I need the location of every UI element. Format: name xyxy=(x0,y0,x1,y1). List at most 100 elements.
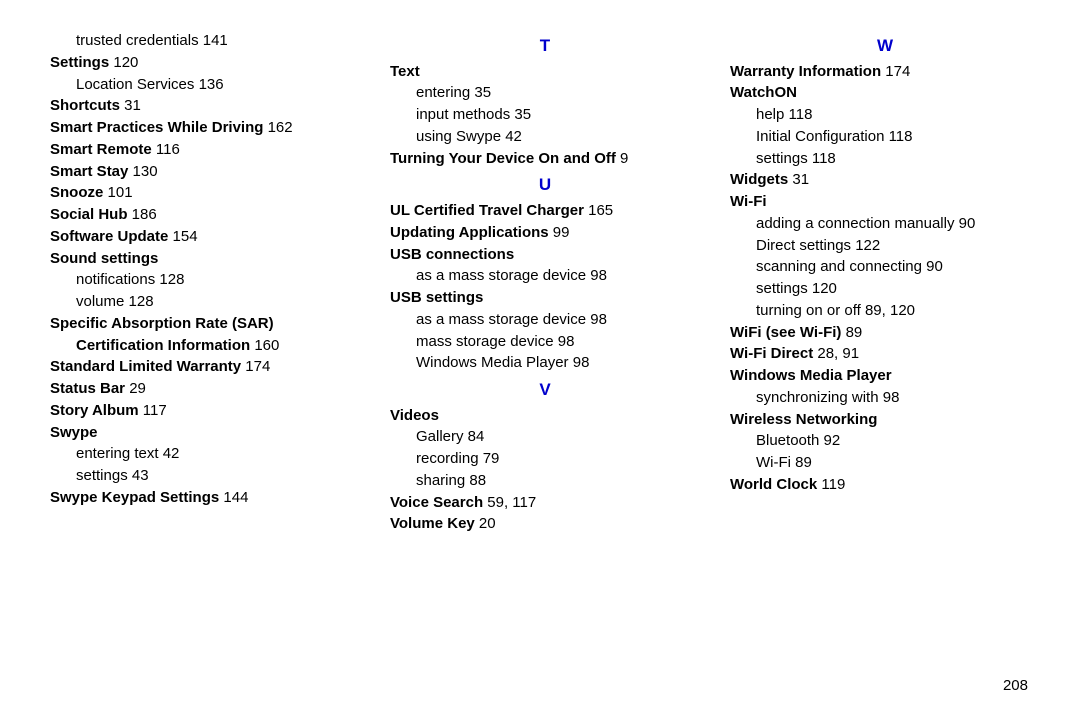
index-topic: World Clock 119 xyxy=(730,474,1040,496)
index-topic: Specific Absorption Rate (SAR) Certifica… xyxy=(50,313,360,357)
topic-label: Videos xyxy=(390,407,439,424)
topic-page: 9 xyxy=(616,150,629,167)
index-subentry: Direct settings 122 xyxy=(730,235,1040,257)
topic-label: Voice Search xyxy=(390,494,483,511)
index-topic: Wi-Fi xyxy=(730,191,1040,213)
index-subentry: Location Services 136 xyxy=(50,74,360,96)
index-column-2: TTextentering 35input methods 35using Sw… xyxy=(390,30,700,535)
topic-label: Snooze xyxy=(50,184,103,201)
index-topic: Voice Search 59, 117 xyxy=(390,492,700,514)
index-subentry: recording 79 xyxy=(390,448,700,470)
topic-page: 31 xyxy=(120,97,141,114)
topic-page: 59, 117 xyxy=(483,494,536,511)
index-topic: Wireless Networking xyxy=(730,409,1040,431)
topic-page: 130 xyxy=(128,163,157,180)
topic-label: Text xyxy=(390,63,420,80)
topic-page: 162 xyxy=(263,119,292,136)
index-topic: Turning Your Device On and Off 9 xyxy=(390,148,700,170)
index-subentry: as a mass storage device 98 xyxy=(390,309,700,331)
topic-page: 160 xyxy=(250,337,279,354)
index-subentry: entering 35 xyxy=(390,82,700,104)
topic-page: 154 xyxy=(168,228,197,245)
index-subentry: Bluetooth 92 xyxy=(730,430,1040,452)
topic-page: 186 xyxy=(128,206,157,223)
index-subentry: help 118 xyxy=(730,104,1040,126)
index-subentry: settings 118 xyxy=(730,148,1040,170)
index-column-3: WWarranty Information 174WatchONhelp 118… xyxy=(730,30,1040,535)
index-topic: Sound settings xyxy=(50,248,360,270)
index-subentry: Wi-Fi 89 xyxy=(730,452,1040,474)
index-subentry: volume 128 xyxy=(50,291,360,313)
topic-page: 89 xyxy=(841,324,862,341)
topic-page: 28, 91 xyxy=(813,345,859,362)
index-subentry: mass storage device 98 xyxy=(390,331,700,353)
topic-label: Smart Stay xyxy=(50,163,128,180)
index-topic: USB connections xyxy=(390,244,700,266)
topic-label: Updating Applications xyxy=(390,224,549,241)
topic-label: Swype xyxy=(50,424,98,441)
index-topic: Story Album 117 xyxy=(50,400,360,422)
index-topic: Text xyxy=(390,61,700,83)
index-topic: Wi-Fi Direct 28, 91 xyxy=(730,343,1040,365)
topic-page: 101 xyxy=(103,184,132,201)
section-letter: U xyxy=(390,173,700,198)
index-subentry: Gallery 84 xyxy=(390,426,700,448)
index-subentry: adding a connection manually 90 xyxy=(730,213,1040,235)
section-letter: V xyxy=(390,378,700,403)
index-topic: Smart Stay 130 xyxy=(50,161,360,183)
topic-page: 174 xyxy=(241,358,270,375)
index-subentry: entering text 42 xyxy=(50,443,360,465)
index-topic: Warranty Information 174 xyxy=(730,61,1040,83)
topic-page: 117 xyxy=(139,402,167,419)
index-subentry: trusted credentials 141 xyxy=(50,30,360,52)
topic-page: 31 xyxy=(788,171,809,188)
topic-label: Wireless Networking xyxy=(730,411,877,428)
topic-page: 20 xyxy=(475,515,496,532)
topic-page: 116 xyxy=(152,141,180,158)
topic-label: UL Certified Travel Charger xyxy=(390,202,584,219)
topic-label: Windows Media Player xyxy=(730,367,892,384)
topic-label: Standard Limited Warranty xyxy=(50,358,241,375)
index-topic: Smart Remote 116 xyxy=(50,139,360,161)
index-topic: Widgets 31 xyxy=(730,169,1040,191)
topic-label: Story Album xyxy=(50,402,139,419)
index-subentry: Initial Configuration 118 xyxy=(730,126,1040,148)
topic-label: Specific Absorption Rate (SAR) Certifica… xyxy=(50,315,274,354)
topic-label: Social Hub xyxy=(50,206,128,223)
index-topic: Status Bar 29 xyxy=(50,378,360,400)
section-letter: W xyxy=(730,34,1040,59)
topic-label: Turning Your Device On and Off xyxy=(390,150,616,167)
topic-label: Status Bar xyxy=(50,380,125,397)
topic-page: 99 xyxy=(549,224,570,241)
index-subentry: settings 120 xyxy=(730,278,1040,300)
topic-label: Volume Key xyxy=(390,515,475,532)
topic-label: Shortcuts xyxy=(50,97,120,114)
topic-page: 165 xyxy=(584,202,613,219)
index-page: trusted credentials 141Settings 120Locat… xyxy=(0,0,1080,535)
index-topic: Smart Practices While Driving 162 xyxy=(50,117,360,139)
index-subentry: settings 43 xyxy=(50,465,360,487)
index-subentry: turning on or off 89, 120 xyxy=(730,300,1040,322)
index-topic: Standard Limited Warranty 174 xyxy=(50,356,360,378)
topic-label: World Clock xyxy=(730,476,817,493)
index-topic: Swype Keypad Settings 144 xyxy=(50,487,360,509)
index-column-1: trusted credentials 141Settings 120Locat… xyxy=(50,30,360,535)
topic-label: Wi-Fi Direct xyxy=(730,345,813,362)
index-topic: Settings 120 xyxy=(50,52,360,74)
topic-label: Warranty Information xyxy=(730,63,881,80)
index-topic: WiFi (see Wi-Fi) 89 xyxy=(730,322,1040,344)
index-subentry: input methods 35 xyxy=(390,104,700,126)
topic-page: 29 xyxy=(125,380,146,397)
index-topic: Shortcuts 31 xyxy=(50,95,360,117)
topic-label: Settings xyxy=(50,54,109,71)
index-topic: Social Hub 186 xyxy=(50,204,360,226)
index-topic: WatchON xyxy=(730,82,1040,104)
topic-page: 119 xyxy=(817,476,845,493)
index-subentry: synchronizing with 98 xyxy=(730,387,1040,409)
topic-page: 120 xyxy=(109,54,138,71)
index-topic: Software Update 154 xyxy=(50,226,360,248)
index-subentry: notifications 128 xyxy=(50,269,360,291)
index-subentry: using Swype 42 xyxy=(390,126,700,148)
index-topic: USB settings xyxy=(390,287,700,309)
topic-label: Smart Remote xyxy=(50,141,152,158)
